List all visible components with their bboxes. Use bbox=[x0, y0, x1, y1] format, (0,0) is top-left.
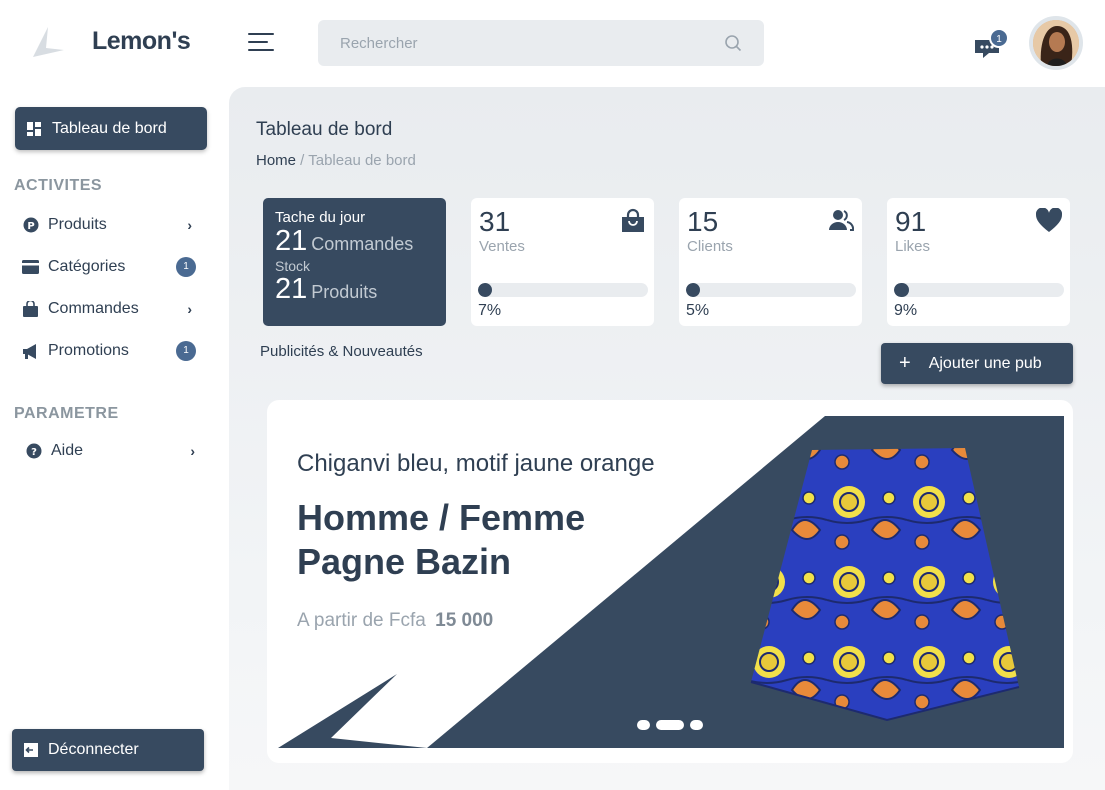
products-label: Produits bbox=[311, 282, 378, 302]
stat-percent: 9% bbox=[894, 302, 918, 319]
section-title-parametre: PARAMETRE bbox=[14, 405, 119, 422]
breadcrumb-home[interactable]: Home bbox=[256, 152, 296, 169]
add-ad-button[interactable]: + Ajouter une pub bbox=[881, 343, 1073, 384]
banner-title: Homme / Femme Pagne Bazin bbox=[297, 496, 585, 584]
stat-percent: 5% bbox=[686, 302, 710, 319]
logo[interactable]: Lemon's bbox=[28, 22, 191, 62]
task-title: Tache du jour bbox=[275, 209, 366, 226]
logout-button[interactable]: Déconnecter bbox=[12, 729, 204, 771]
menu-toggle-icon[interactable] bbox=[248, 33, 274, 53]
stat-card-clients: 15 Clients 5% bbox=[679, 198, 862, 326]
stat-label: Ventes bbox=[479, 238, 525, 255]
sidebar-item-label: Catégories bbox=[48, 258, 126, 275]
stat-card-likes: 91 Likes 9% bbox=[887, 198, 1070, 326]
sidebar-item-label: Promotions bbox=[48, 342, 129, 359]
p-circle-icon: P bbox=[22, 217, 39, 234]
svg-text:P: P bbox=[27, 221, 34, 232]
sidebar-item-produits[interactable]: P Produits › bbox=[22, 213, 200, 237]
breadcrumb-current: Tableau de bord bbox=[308, 152, 416, 169]
sidebar-item-label: Tableau de bord bbox=[52, 119, 167, 137]
avatar[interactable] bbox=[1029, 16, 1083, 70]
sidebar-item-commandes[interactable]: Commandes › bbox=[22, 297, 200, 321]
progress-bar bbox=[686, 283, 856, 297]
logout-label: Déconnecter bbox=[48, 741, 139, 758]
chevron-right-icon: › bbox=[187, 301, 192, 317]
stat-card-ventes: 31 Ventes 7% bbox=[471, 198, 654, 326]
stat-label: Likes bbox=[895, 238, 931, 255]
question-icon: ? bbox=[25, 443, 42, 460]
price-value: 15 000 bbox=[435, 610, 494, 631]
sidebar-item-aide[interactable]: ? Aide › bbox=[25, 439, 203, 463]
carousel-dots bbox=[637, 720, 703, 730]
stock-label: Stock bbox=[275, 258, 311, 274]
stat-label: Clients bbox=[687, 238, 733, 255]
price-prefix: A partir de Fcfa bbox=[297, 610, 426, 631]
add-ad-label: Ajouter une pub bbox=[928, 354, 1042, 372]
heart-icon bbox=[1036, 208, 1062, 232]
promo-banner[interactable]: Chiganvi bleu, motif jaune orange Homme … bbox=[267, 400, 1073, 763]
sidebar-item-promotions[interactable]: Promotions 1 bbox=[22, 339, 200, 363]
banner-subtitle: Chiganvi bleu, motif jaune orange bbox=[297, 450, 655, 477]
search-bar bbox=[318, 20, 764, 66]
task-of-day-card: Tache du jour 21 Commandes Stock 21 Produi… bbox=[263, 198, 446, 326]
messages-badge: 1 bbox=[989, 28, 1009, 48]
plus-icon: + bbox=[899, 352, 911, 374]
breadcrumb-separator: / bbox=[296, 152, 309, 169]
page-title: Tableau de bord bbox=[256, 119, 393, 140]
sidebar-item-categories[interactable]: Catégories 1 bbox=[22, 255, 200, 279]
section-title-activites: ACTIVITES bbox=[14, 177, 103, 194]
orders-count: 21 bbox=[275, 225, 308, 257]
search-input[interactable] bbox=[340, 34, 724, 52]
carousel-dot[interactable] bbox=[637, 720, 650, 730]
orders-label: Commandes bbox=[311, 234, 414, 254]
progress-bar bbox=[478, 283, 648, 297]
ads-section-title: Publicités & Nouveautés bbox=[260, 343, 423, 360]
sidebar-item-label: Produits bbox=[48, 216, 107, 233]
banner-title-line2: Pagne Bazin bbox=[297, 541, 512, 582]
search-icon[interactable] bbox=[724, 34, 742, 52]
banner-price: A partir de Fcfa 15 000 bbox=[297, 610, 493, 632]
chevron-right-icon: › bbox=[190, 443, 195, 459]
user-photo-icon bbox=[1033, 20, 1079, 66]
dashboard-icon bbox=[27, 121, 41, 136]
chevron-right-icon: › bbox=[187, 217, 192, 233]
megaphone-icon bbox=[22, 343, 39, 360]
stat-percent: 7% bbox=[478, 302, 502, 319]
svg-text:?: ? bbox=[31, 447, 37, 458]
promotions-badge: 1 bbox=[176, 341, 196, 361]
carousel-dot[interactable] bbox=[690, 720, 703, 730]
carousel-dot-active[interactable] bbox=[656, 720, 684, 730]
progress-bar bbox=[894, 283, 1064, 297]
brand-name: Lemon's bbox=[92, 27, 191, 55]
products-count: 21 bbox=[275, 273, 308, 305]
logo-mark-icon bbox=[33, 27, 64, 57]
categories-badge: 1 bbox=[176, 257, 196, 277]
shopping-bag-icon bbox=[622, 208, 644, 232]
logout-icon bbox=[24, 743, 38, 757]
sidebar-item-dashboard[interactable]: Tableau de bord bbox=[15, 107, 207, 150]
card-icon bbox=[22, 259, 39, 276]
bag-icon bbox=[22, 301, 39, 318]
sidebar-item-label: Commandes bbox=[48, 300, 139, 317]
sidebar-item-label: Aide bbox=[51, 442, 84, 459]
banner-title-line1: Homme / Femme bbox=[297, 497, 586, 538]
breadcrumb: Home / Tableau de bord bbox=[256, 152, 416, 169]
users-icon bbox=[829, 210, 854, 231]
